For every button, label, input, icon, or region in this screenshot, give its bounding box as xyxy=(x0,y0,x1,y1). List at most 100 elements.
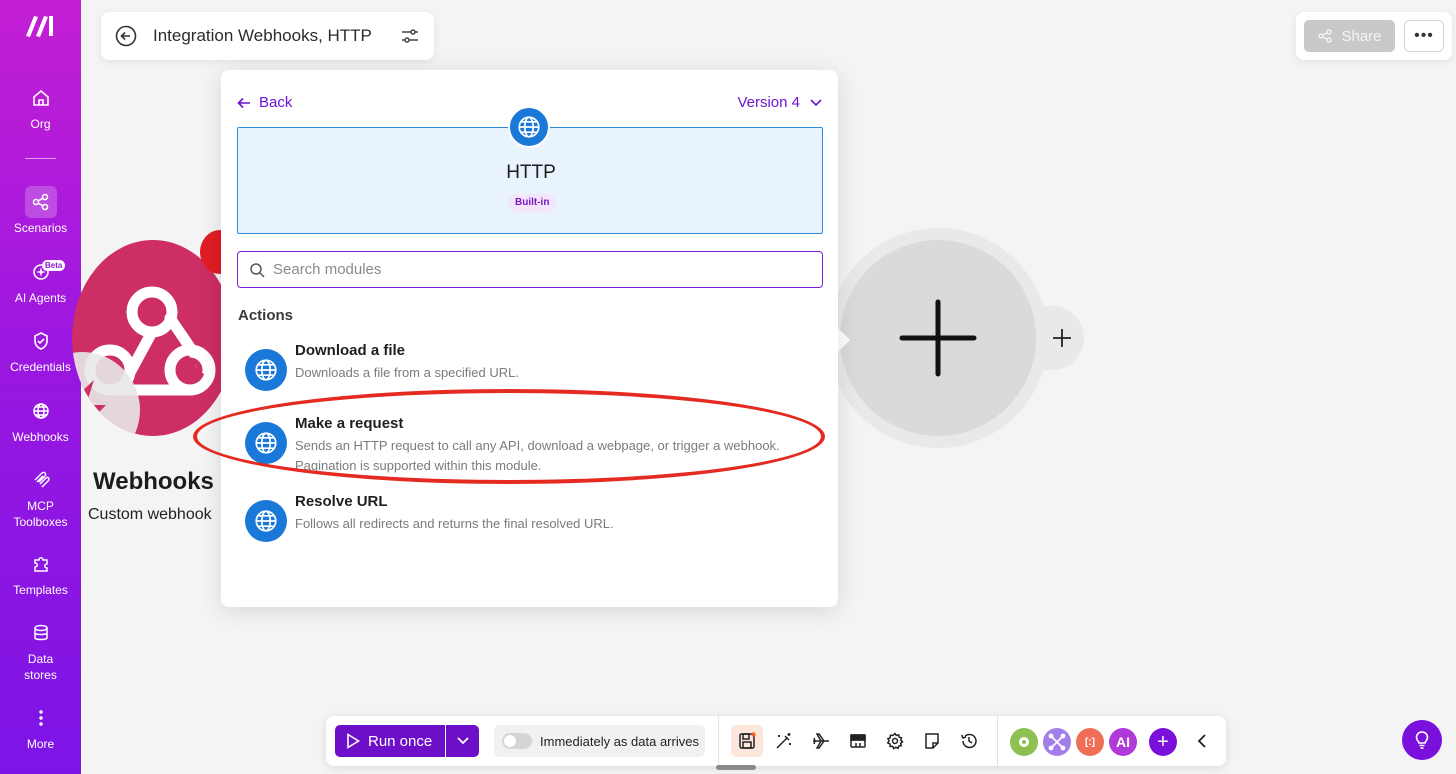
layout-icon xyxy=(850,734,866,748)
module-picker-popup: Back Version 4 HTTP Built-in Actions Dow… xyxy=(221,70,838,607)
scenario-title[interactable]: Integration Webhooks, HTTP xyxy=(153,26,400,46)
globe-icon xyxy=(508,106,550,148)
database-icon xyxy=(25,617,57,649)
auto-align-button[interactable] xyxy=(768,725,800,757)
text-parser-button[interactable]: [:] xyxy=(1076,728,1104,756)
app-name: HTTP xyxy=(506,162,556,183)
arrow-left-icon xyxy=(237,97,250,108)
globe-icon xyxy=(245,349,287,391)
share-nodes-icon xyxy=(24,186,57,218)
share-label: Share xyxy=(1341,27,1382,45)
action-description: Follows all redirects and returns the fi… xyxy=(295,516,614,531)
sidebar-item-templates[interactable]: Templates xyxy=(0,548,81,598)
flow-control-button[interactable] xyxy=(1043,728,1071,756)
module-title: Webhooks xyxy=(93,468,214,495)
sidebar-item-webhooks[interactable]: Webhooks xyxy=(0,395,81,445)
schedule-toggle[interactable] xyxy=(502,733,532,749)
sidebar-item-label: Credentials xyxy=(10,360,71,374)
settings-icon xyxy=(886,732,904,750)
search-input[interactable] xyxy=(273,261,822,278)
more-options-button[interactable]: ••• xyxy=(1404,20,1444,52)
toolbar-divider xyxy=(997,716,998,766)
tools-app-button[interactable] xyxy=(1010,728,1038,756)
note-icon xyxy=(925,733,939,749)
schedule-toggle-group[interactable]: Immediately as data arrives xyxy=(494,725,705,757)
version-label: Version 4 xyxy=(737,94,800,111)
shield-check-icon xyxy=(25,325,57,357)
tools-gear-icon xyxy=(1019,737,1029,747)
explain-flow-button[interactable] xyxy=(805,725,837,757)
mcp-icon xyxy=(25,464,57,496)
airplane-icon xyxy=(813,733,829,749)
add-next-module-button[interactable] xyxy=(1040,306,1084,370)
sidebar-item-label: Org xyxy=(30,117,51,131)
sidebar-item-label: MCP Toolboxes xyxy=(13,499,68,529)
save-button[interactable] xyxy=(731,725,763,757)
share-bar: Share ••• xyxy=(1296,12,1452,60)
tips-button[interactable] xyxy=(1402,720,1442,760)
sidebar-item-scenarios[interactable]: Scenarios xyxy=(0,186,81,236)
toolbar-divider xyxy=(718,716,719,766)
ai-button[interactable]: AI xyxy=(1109,728,1137,756)
action-name: Make a request xyxy=(295,415,404,432)
lightbulb-icon xyxy=(1415,731,1429,749)
flow-control-icon xyxy=(1048,733,1066,751)
sidebar-item-label: Webhooks xyxy=(12,430,69,444)
scenario-settings-button[interactable] xyxy=(879,725,911,757)
beta-badge: Beta xyxy=(42,260,66,271)
make-logo-icon[interactable] xyxy=(23,12,59,38)
plus-icon xyxy=(899,299,977,377)
add-module-button[interactable] xyxy=(840,240,1036,436)
popup-pointer xyxy=(836,326,850,354)
search-icon xyxy=(250,262,265,278)
collapse-toolbar-button[interactable] xyxy=(1186,725,1218,757)
back-label: Back xyxy=(259,94,293,111)
layout-button[interactable] xyxy=(842,725,874,757)
globe-icon xyxy=(245,500,287,542)
action-name: Resolve URL xyxy=(295,493,388,510)
play-icon xyxy=(347,733,360,749)
chevron-left-icon xyxy=(1197,734,1206,748)
scenario-title-bar: Integration Webhooks, HTTP xyxy=(101,12,434,60)
notes-button[interactable] xyxy=(916,725,948,757)
sidebar-item-credentials[interactable]: Credentials xyxy=(0,325,81,375)
more-vertical-icon xyxy=(25,702,57,734)
search-modules-field[interactable] xyxy=(237,251,823,288)
sidebar-item-mcp-toolboxes[interactable]: MCP Toolboxes xyxy=(0,464,81,530)
back-arrow-icon[interactable] xyxy=(115,25,137,47)
home-icon xyxy=(25,82,57,114)
run-options-dropdown[interactable] xyxy=(446,725,479,757)
plus-icon xyxy=(1053,329,1071,347)
sidebar-item-data-stores[interactable]: Data stores xyxy=(0,617,81,683)
run-once-button[interactable]: Run once xyxy=(335,725,445,757)
version-dropdown[interactable]: Version 4 xyxy=(737,94,822,111)
magic-wand-icon xyxy=(776,733,791,749)
chevron-down-icon xyxy=(456,737,469,745)
toolbar-drag-handle[interactable] xyxy=(716,765,756,770)
share-button[interactable]: Share xyxy=(1304,20,1395,52)
sidebar-item-label: Data stores xyxy=(24,652,57,682)
sidebar-item-label: Templates xyxy=(13,583,68,597)
sidebar-item-org[interactable]: Org xyxy=(0,82,81,132)
builtin-badge: Built-in xyxy=(508,194,557,212)
action-description: Downloads a file from a specified URL. xyxy=(295,365,519,380)
module-subtitle: Custom webhook xyxy=(88,506,212,523)
sidebar-divider xyxy=(25,158,56,159)
sliders-icon[interactable] xyxy=(400,26,420,46)
schedule-label: Immediately as data arrives xyxy=(540,733,699,749)
sidebar-item-ai-agents[interactable]: AI Agents xyxy=(0,256,81,306)
puzzle-icon xyxy=(25,548,57,580)
globe-icon xyxy=(245,422,287,464)
sidebar: Org Scenarios AI Agents Beta Credentials… xyxy=(0,0,81,774)
run-once-label: Run once xyxy=(368,732,433,750)
globe-icon xyxy=(25,395,57,427)
history-button[interactable] xyxy=(953,725,985,757)
back-button[interactable]: Back xyxy=(237,94,292,111)
add-app-button[interactable]: + xyxy=(1149,728,1177,756)
history-icon xyxy=(960,733,977,749)
share-icon xyxy=(1318,29,1333,43)
sidebar-item-more[interactable]: More xyxy=(0,702,81,752)
sidebar-item-label: Scenarios xyxy=(13,221,68,235)
action-description: Sends an HTTP request to call any API, d… xyxy=(295,438,780,473)
action-name: Download a file xyxy=(295,342,406,359)
